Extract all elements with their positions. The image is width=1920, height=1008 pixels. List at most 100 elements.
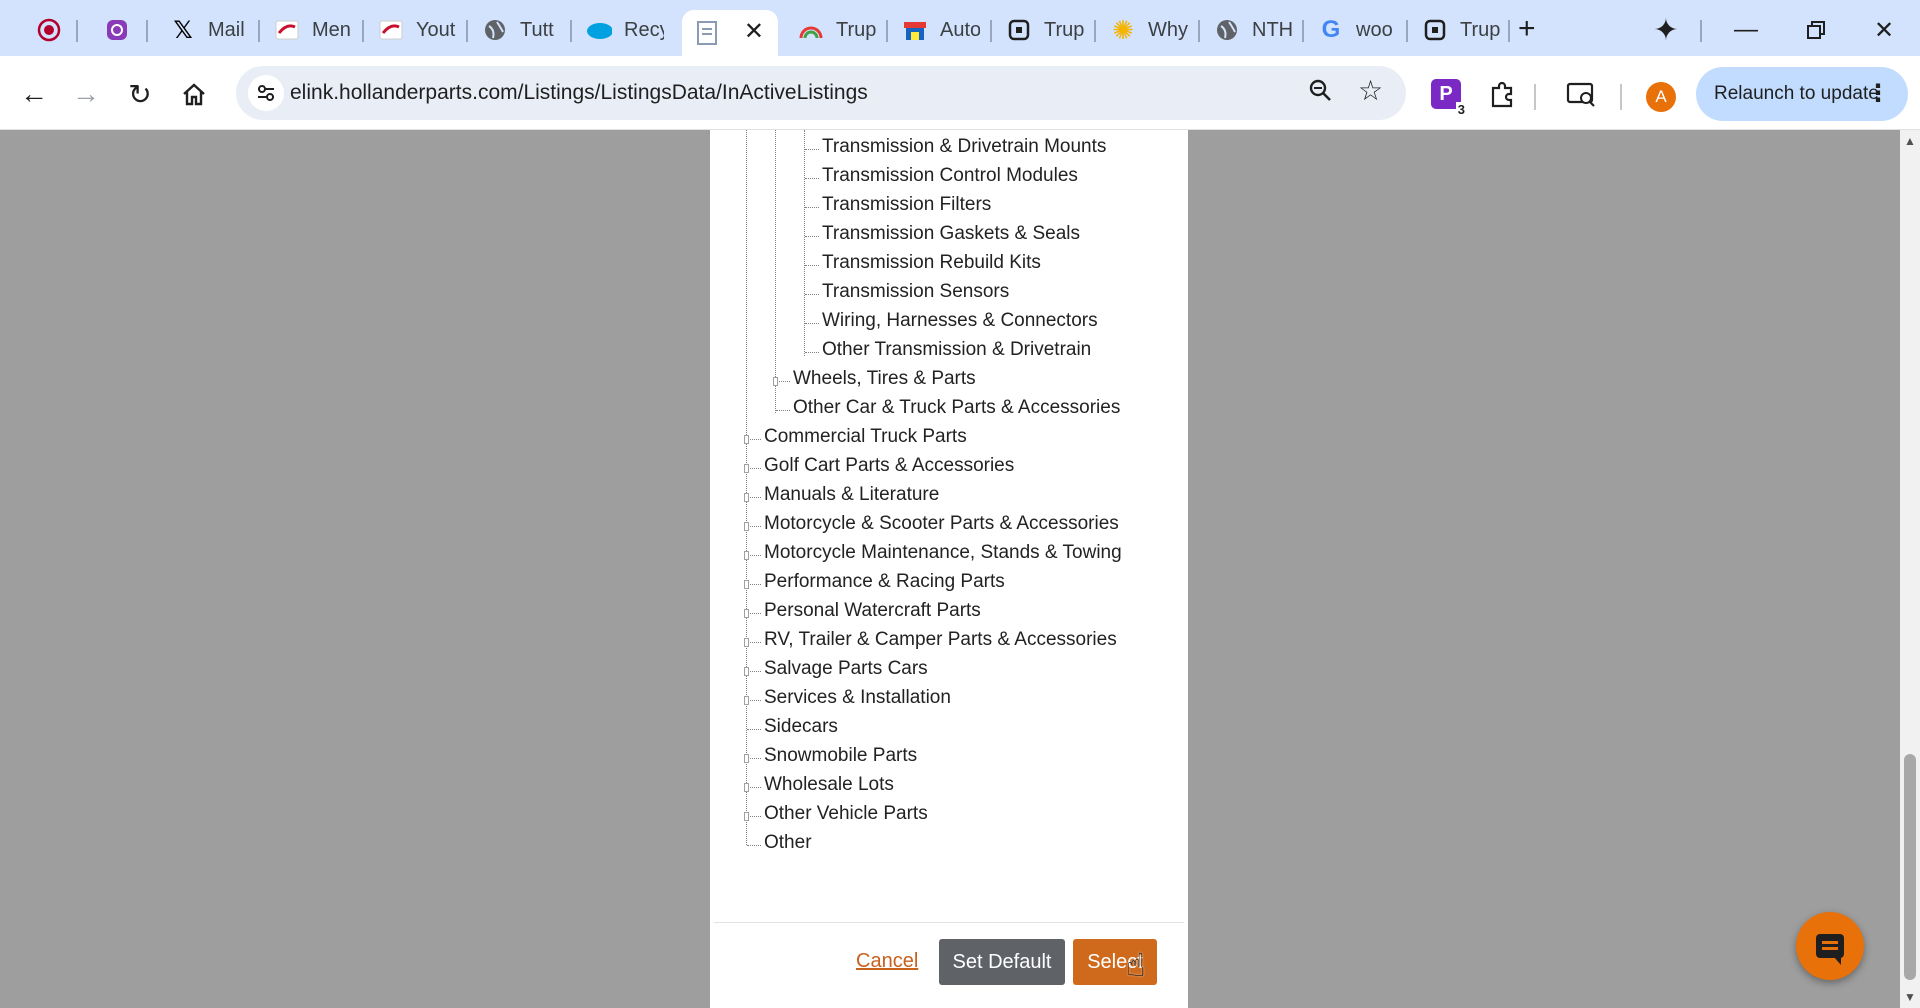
tab-recy[interactable]: Recy <box>574 10 664 50</box>
tab-search-icon[interactable] <box>1562 75 1600 113</box>
tree-expander-icon[interactable] <box>744 464 749 473</box>
category-tree-item[interactable]: Salvage Parts Cars <box>764 658 928 680</box>
restore-button[interactable] <box>1792 10 1840 50</box>
minimize-button[interactable]: — <box>1722 10 1770 50</box>
tree-expander-icon[interactable] <box>744 493 749 502</box>
sun-icon: ✺ <box>1112 14 1134 45</box>
zoom-icon[interactable] <box>1308 78 1332 109</box>
category-tree-item[interactable]: Other <box>764 832 812 854</box>
tab-instagram[interactable] <box>92 10 142 50</box>
category-tree-item[interactable]: Wheels, Tires & Parts <box>793 368 976 390</box>
tab-google[interactable]: G woo <box>1306 10 1396 50</box>
tab-record[interactable] <box>24 10 74 50</box>
tree-expander-icon[interactable] <box>744 609 749 618</box>
hollander-icon <box>378 17 404 43</box>
tab-trup-3[interactable]: Trup <box>1410 10 1500 50</box>
profile-avatar[interactable]: A <box>1646 82 1676 112</box>
category-tree-item[interactable]: RV, Trailer & Camper Parts & Accessories <box>764 629 1117 651</box>
tab-tutt[interactable]: Tutt <box>470 10 560 50</box>
scroll-up-arrow-icon[interactable]: ▲ <box>1904 134 1916 148</box>
tab-title: Trup <box>836 18 876 41</box>
tab-trup-1[interactable]: Trup <box>786 10 876 50</box>
tree-expander-icon[interactable] <box>744 696 749 705</box>
set-default-button[interactable]: Set Default <box>939 939 1065 985</box>
page-scrollbar[interactable]: ▲ ▼ <box>1900 130 1920 1008</box>
tree-expander-icon[interactable] <box>744 754 749 763</box>
category-tree-item[interactable]: Golf Cart Parts & Accessories <box>764 455 1014 477</box>
tab-men[interactable]: Men <box>262 10 352 50</box>
scroll-down-arrow-icon[interactable]: ▼ <box>1904 990 1916 1004</box>
category-tree-item[interactable]: Transmission Filters <box>822 194 991 216</box>
footer-divider <box>714 922 1184 923</box>
tree-expander-icon[interactable] <box>744 812 749 821</box>
site-info-icon[interactable] <box>248 75 284 111</box>
cancel-link[interactable]: Cancel <box>856 950 918 973</box>
tab-auto[interactable]: Auto <box>890 10 980 50</box>
category-tree-item[interactable]: Wiring, Harnesses & Connectors <box>822 310 1098 332</box>
browser-toolbar: ← → ↻ elink.hollanderparts.com/Listings/… <box>0 56 1920 130</box>
tab-why[interactable]: ✺ Why <box>1098 10 1188 50</box>
chat-button[interactable] <box>1796 912 1864 980</box>
category-tree-item[interactable]: Snowmobile Parts <box>764 745 917 767</box>
tree-expander-icon[interactable] <box>744 580 749 589</box>
category-tree-item[interactable]: Motorcycle Maintenance, Stands & Towing <box>764 542 1122 564</box>
tree-expander-icon[interactable] <box>744 783 749 792</box>
tab-trup-2[interactable]: Trup <box>994 10 1084 50</box>
category-tree-item[interactable]: Transmission & Drivetrain Mounts <box>822 136 1106 158</box>
address-bar[interactable]: elink.hollanderparts.com/Listings/Listin… <box>236 66 1406 120</box>
category-tree-item[interactable]: Transmission Rebuild Kits <box>822 252 1041 274</box>
tab-active-listings[interactable]: ✕ <box>682 10 778 56</box>
home-button[interactable] <box>174 74 214 114</box>
box-icon <box>1422 17 1448 43</box>
url-text[interactable]: elink.hollanderparts.com/Listings/Listin… <box>290 81 868 105</box>
forward-button[interactable]: → <box>66 74 106 114</box>
tab-separator <box>258 20 260 42</box>
category-tree-item[interactable]: Manuals & Literature <box>764 484 939 506</box>
google-icon: G <box>1321 16 1341 43</box>
close-window-button[interactable]: ✕ <box>1860 10 1908 50</box>
tab-title: NTH <box>1252 18 1292 41</box>
close-tab-icon[interactable]: ✕ <box>744 17 764 46</box>
tree-expander-icon[interactable] <box>744 551 749 560</box>
tree-expander-icon[interactable] <box>773 377 778 386</box>
tab-nth[interactable]: NTH <box>1202 10 1292 50</box>
category-tree-item[interactable]: Personal Watercraft Parts <box>764 600 981 622</box>
tab-separator <box>1094 20 1096 42</box>
category-tree-item[interactable]: Transmission Gaskets & Seals <box>822 223 1080 245</box>
back-button[interactable]: ← <box>14 74 54 114</box>
tab-title: Trup <box>1044 18 1084 41</box>
tree-expander-icon[interactable] <box>744 667 749 676</box>
purple-extension-icon[interactable]: P3 <box>1427 75 1467 117</box>
tree-expander-icon[interactable] <box>744 638 749 647</box>
tab-mail[interactable]: 𝕏 Mail <box>158 10 248 50</box>
category-tree-item[interactable]: Other Vehicle Parts <box>764 803 928 825</box>
tree-connector <box>747 468 761 469</box>
tree-connector <box>805 236 819 237</box>
category-tree-item[interactable]: Other Car & Truck Parts & Accessories <box>793 397 1120 419</box>
tab-separator <box>990 20 992 42</box>
reload-button[interactable]: ↻ <box>120 74 160 114</box>
menu-dots-icon[interactable]: ⋮ <box>1866 79 1890 108</box>
category-tree-item[interactable]: Services & Installation <box>764 687 951 709</box>
tab-yout[interactable]: Yout <box>366 10 456 50</box>
category-tree-item[interactable]: Performance & Racing Parts <box>764 571 1005 593</box>
category-tree-item[interactable]: Sidecars <box>764 716 838 738</box>
scrollbar-thumb[interactable] <box>1904 754 1916 980</box>
tree-connector <box>747 729 761 730</box>
extensions-puzzle-icon[interactable] <box>1484 75 1522 113</box>
gemini-icon[interactable]: ✦ <box>1644 8 1688 52</box>
tab-separator <box>570 20 572 42</box>
category-tree-item[interactable]: Other Transmission & Drivetrain <box>822 339 1091 361</box>
tree-connector <box>747 642 761 643</box>
category-tree-item[interactable]: Commercial Truck Parts <box>764 426 967 448</box>
new-tab-button[interactable]: + <box>1518 12 1536 46</box>
bookmark-star-icon[interactable]: ☆ <box>1358 74 1383 107</box>
relaunch-label: Relaunch to update <box>1714 83 1879 104</box>
category-tree-item[interactable]: Transmission Sensors <box>822 281 1009 303</box>
relaunch-button[interactable]: Relaunch to update ⋮ <box>1696 67 1908 121</box>
category-tree-item[interactable]: Wholesale Lots <box>764 774 894 796</box>
tree-expander-icon[interactable] <box>744 522 749 531</box>
category-tree-item[interactable]: Motorcycle & Scooter Parts & Accessories <box>764 513 1119 535</box>
tree-expander-icon[interactable] <box>744 435 749 444</box>
category-tree-item[interactable]: Transmission Control Modules <box>822 165 1078 187</box>
